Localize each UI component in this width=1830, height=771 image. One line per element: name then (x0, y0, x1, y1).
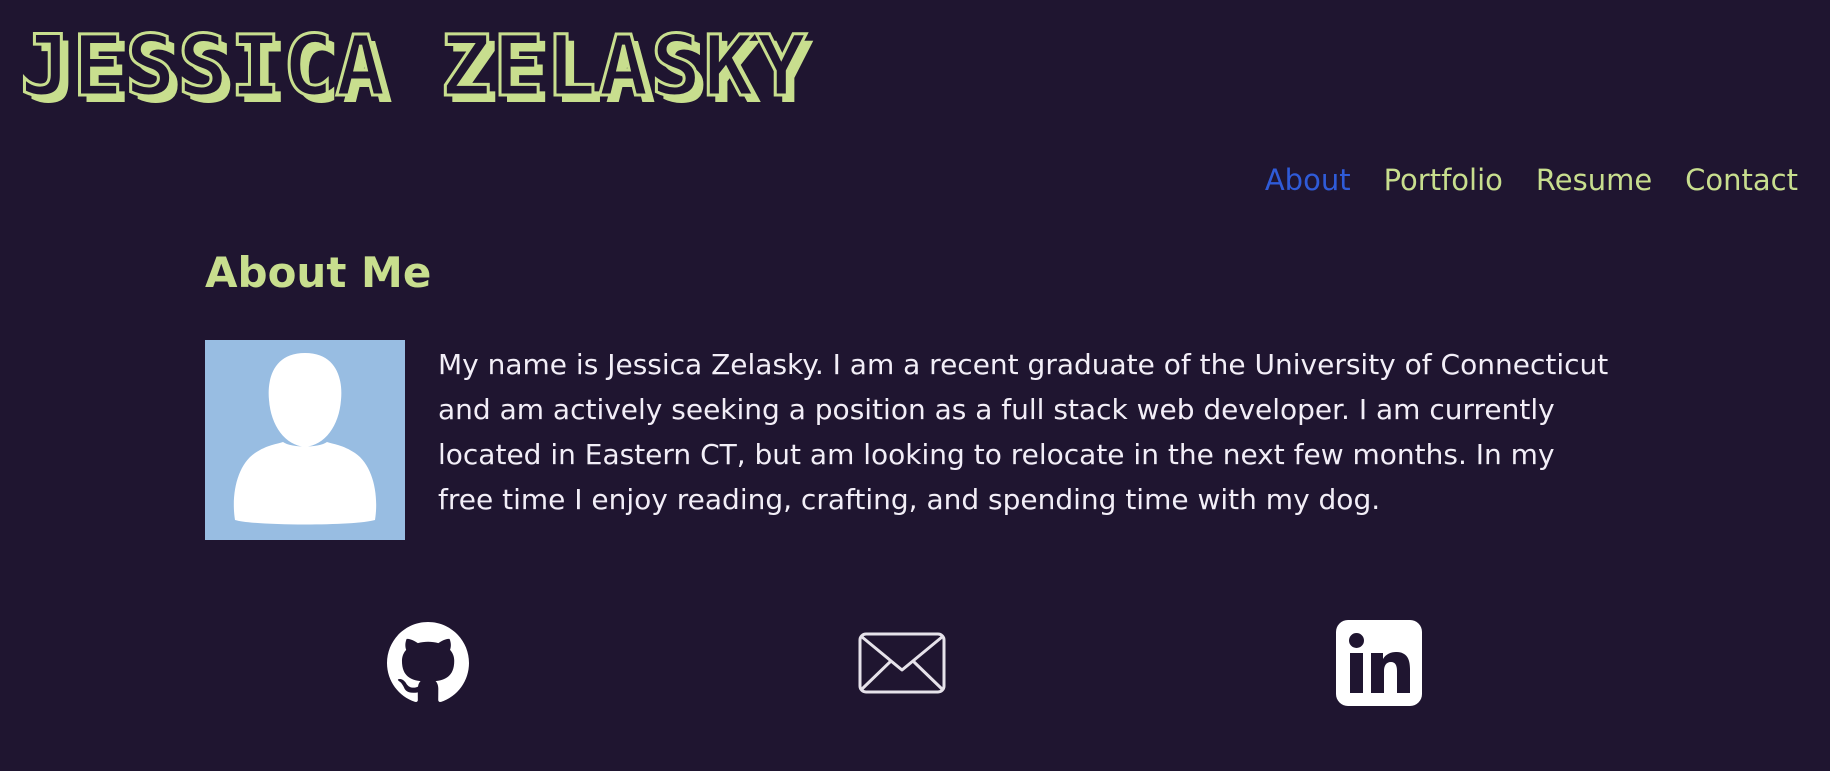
github-icon (387, 622, 469, 702)
linkedin-link[interactable] (1334, 618, 1424, 708)
nav-resume-link[interactable]: Resume (1536, 166, 1652, 195)
about-bio: My name is Jessica Zelasky. I am a recen… (438, 348, 1609, 516)
profile-avatar (205, 340, 405, 540)
user-silhouette-icon (233, 353, 377, 525)
linkedin-icon (1336, 620, 1422, 706)
main-nav: About Portfolio Resume Contact (1265, 166, 1798, 195)
github-link[interactable] (383, 618, 473, 708)
nav-about-link[interactable]: About (1265, 166, 1351, 195)
site-title: JESSICA ZELASKY (19, 17, 809, 115)
email-icon (858, 632, 946, 694)
nav-contact-link[interactable]: Contact (1685, 166, 1798, 195)
about-heading: About Me (205, 248, 432, 297)
page: JESSICA ZELASKY About Portfolio Resume C… (0, 0, 1830, 771)
email-link[interactable] (857, 618, 947, 708)
nav-portfolio-link[interactable]: Portfolio (1384, 166, 1503, 195)
